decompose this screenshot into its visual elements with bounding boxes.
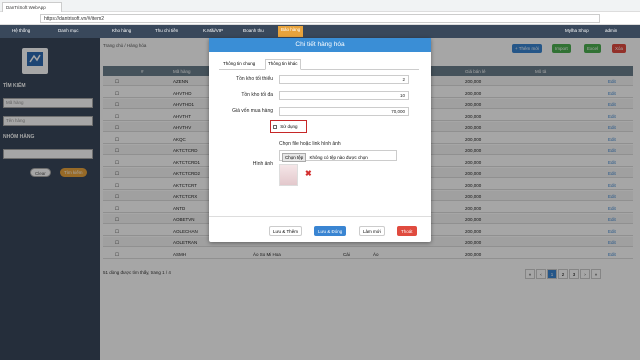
checkbox-box[interactable] bbox=[273, 124, 277, 129]
modal-tabs: Thông tin chung Thông tin khác bbox=[219, 58, 419, 70]
cost-price-input[interactable]: 70,000 bbox=[279, 107, 409, 116]
nav-user[interactable]: admin bbox=[605, 28, 617, 33]
modal-divider bbox=[209, 216, 431, 217]
nav-shop[interactable]: Mylha Shop bbox=[565, 28, 589, 33]
item-detail-modal: Chi tiết hàng hóa Thông tin chung Thông … bbox=[209, 38, 431, 242]
tab-other[interactable]: Thông tin khác bbox=[265, 59, 301, 70]
tab-dantrisoft[interactable]: DanTriSoft WebApp bbox=[2, 2, 62, 12]
modal-title: Chi tiết hàng hóa bbox=[209, 38, 431, 52]
save-close-button[interactable]: Lưu & Đóng bbox=[314, 226, 347, 236]
nav-thu-chi[interactable]: Thu chi tiền bbox=[155, 28, 178, 33]
tab-general[interactable]: Thông tin chung bbox=[221, 60, 257, 67]
use-checkbox[interactable]: Sử dụng bbox=[270, 120, 307, 133]
cost-price-label: Giá vốn mua hàng bbox=[232, 108, 273, 114]
nav-kmai-vip[interactable]: K.Mãi/VIP bbox=[203, 28, 223, 33]
min-stock-label: Tồn kho tối thiểu bbox=[236, 76, 273, 82]
max-stock-label: Tồn kho tối đa bbox=[241, 92, 273, 98]
nav-he-thong[interactable]: Hệ thống bbox=[12, 28, 30, 33]
product-image-thumbnail bbox=[279, 164, 298, 186]
use-checkbox-label: Sử dụng bbox=[280, 124, 298, 129]
browser-tab-strip: DanTriSoft WebApp bbox=[0, 0, 640, 12]
nav-bao-hang[interactable]: Bảo hàng bbox=[278, 26, 304, 37]
exit-button[interactable]: Thoát bbox=[397, 226, 417, 236]
address-input[interactable]: https://dantrisoft.vn/#/item2 bbox=[40, 14, 600, 23]
reset-button[interactable]: Làm mới bbox=[359, 226, 385, 236]
file-input[interactable]: Chọn tệp Không có tệp nào được chọn bbox=[279, 150, 397, 162]
nav-danh-muc[interactable]: Danh mục bbox=[58, 28, 79, 33]
choose-file-button[interactable]: Chọn tệp bbox=[282, 153, 307, 162]
remove-image-icon[interactable]: ✖ bbox=[305, 169, 312, 178]
save-add-button[interactable]: Lưu & Thêm bbox=[269, 226, 302, 236]
nav-kho-hang[interactable]: Kho hàng bbox=[112, 28, 131, 33]
image-label: Hình ảnh bbox=[252, 161, 273, 167]
address-bar-area: https://dantrisoft.vn/#/item2 bbox=[0, 12, 640, 25]
upload-title: Chọn file hoặc link hình ảnh bbox=[279, 141, 341, 147]
min-stock-input[interactable]: 2 bbox=[279, 75, 409, 84]
app-navbar: Hệ thống Danh mục Kho hàng Thu chi tiền … bbox=[0, 25, 640, 38]
no-file-text: Không có tệp nào được chọn bbox=[309, 155, 368, 160]
nav-doanh-thu[interactable]: Đoanh thu bbox=[243, 28, 264, 33]
max-stock-input[interactable]: 10 bbox=[279, 91, 409, 100]
